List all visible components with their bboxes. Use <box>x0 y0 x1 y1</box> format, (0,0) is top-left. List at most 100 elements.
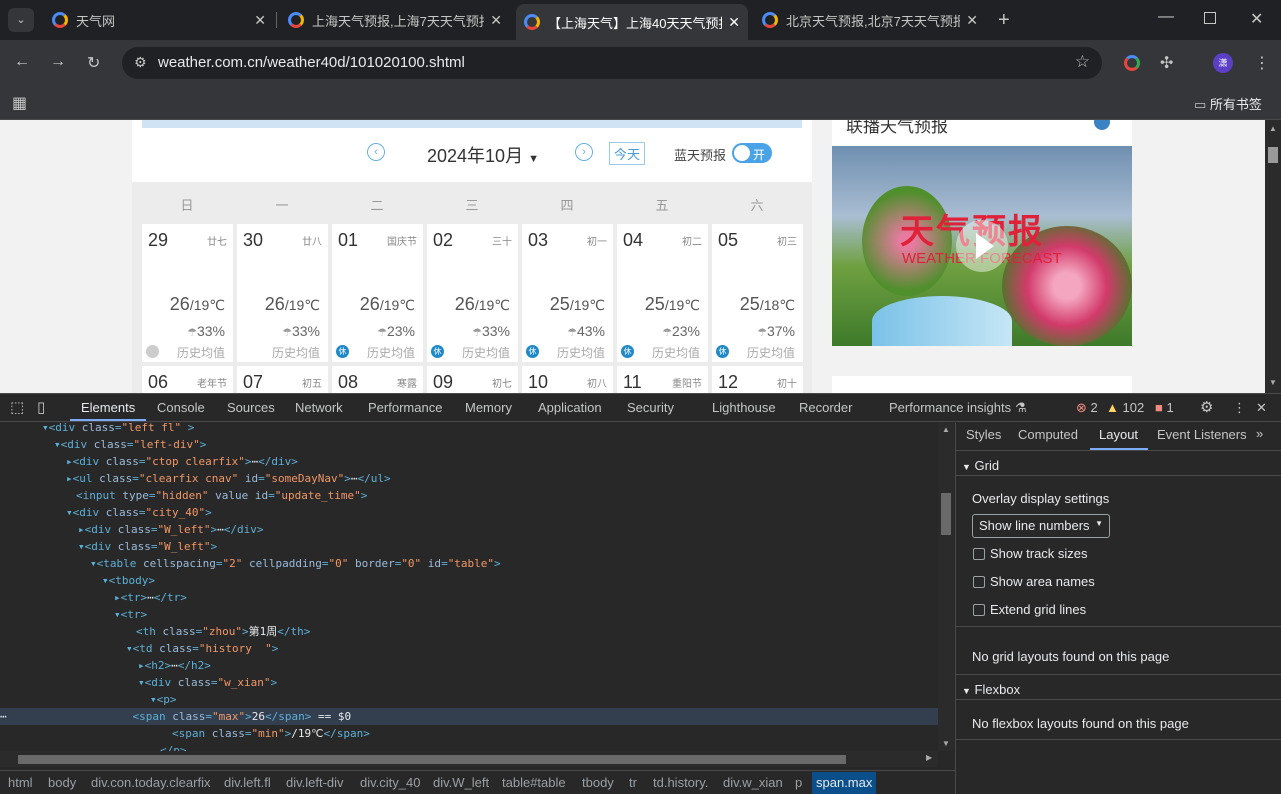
breadcrumb-item[interactable]: p <box>795 775 802 790</box>
menu-kebab-icon[interactable]: ⋮ <box>1254 53 1270 73</box>
dom-node[interactable]: ▾<div class="W_left"> <box>78 538 217 555</box>
tab-layout[interactable]: Layout <box>1099 427 1138 442</box>
settings-gear-icon[interactable]: ⚙ <box>1200 398 1213 416</box>
help-icon[interactable] <box>1094 120 1110 130</box>
h-scrollbar-thumb[interactable] <box>18 755 846 764</box>
all-bookmarks-button[interactable]: ▭ 所有书签 <box>1194 94 1262 113</box>
issue-count[interactable]: ■ 1 <box>1155 400 1174 415</box>
calendar-day-cell[interactable]: 08 寒露 <box>332 366 423 393</box>
close-icon[interactable]: ✕ <box>254 12 266 29</box>
page-scrollbar-thumb[interactable] <box>1268 147 1278 163</box>
calendar-day-cell[interactable]: 02 三十 26/19℃ ☂33% 休 历史均值 <box>427 224 518 362</box>
track-sizes-checkbox[interactable] <box>973 548 985 560</box>
extensions-puzzle-icon[interactable]: ✣ <box>1160 53 1173 73</box>
warning-count[interactable]: ▲ 102 <box>1106 400 1144 415</box>
apps-grid-icon[interactable]: ▦ <box>12 93 27 113</box>
minimize-icon[interactable]: — <box>1158 8 1174 26</box>
dom-node[interactable]: ▾<td class="history "> <box>126 640 278 657</box>
today-button[interactable]: 今天 <box>609 142 646 165</box>
breadcrumb-item[interactable]: div.w_xian <box>723 775 783 790</box>
calendar-day-cell[interactable]: 11 重阳节 <box>617 366 708 393</box>
breadcrumb-item[interactable]: table#table <box>502 775 566 790</box>
breadcrumb-item[interactable]: td.history. <box>653 775 708 790</box>
dom-node[interactable]: ▾<div class="left-div"> <box>54 436 206 453</box>
maximize-icon[interactable] <box>1204 12 1216 24</box>
dom-tree-vertical-scrollbar[interactable]: ▲ ▼ <box>938 423 954 751</box>
more-tabs-icon[interactable]: » <box>1256 426 1263 441</box>
site-info-icon[interactable]: ⚙ <box>134 54 147 71</box>
breadcrumb-item[interactable]: div.left-div <box>286 775 344 790</box>
area-names-checkbox[interactable] <box>973 576 985 588</box>
breadcrumb-item[interactable]: div.left.fl <box>224 775 271 790</box>
dom-node[interactable]: ▾<div class="city_40"> <box>66 504 212 521</box>
inspect-element-icon[interactable]: ⬚ <box>10 398 24 416</box>
address-bar[interactable]: ⚙ weather.com.cn/weather40d/101020100.sh… <box>122 47 1102 79</box>
tab-styles[interactable]: Styles <box>966 427 1001 442</box>
extend-lines-checkbox[interactable] <box>973 604 985 616</box>
profile-avatar[interactable]: 潇 <box>1213 53 1233 73</box>
calendar-day-cell[interactable]: 10 初八 <box>522 366 613 393</box>
calendar-day-cell[interactable]: 01 国庆节 26/19℃ ☂23% 休 历史均值 <box>332 224 423 362</box>
close-icon[interactable]: ✕ <box>490 12 502 29</box>
dom-node[interactable]: ▸<div class="ctop clearfix">⋯</div> <box>66 453 298 470</box>
new-tab-icon[interactable]: + <box>998 9 1010 32</box>
play-icon[interactable] <box>956 220 1008 272</box>
dom-node[interactable]: </p> <box>160 742 187 751</box>
dom-node[interactable]: ▾<p> <box>150 691 177 708</box>
forward-icon[interactable]: → <box>50 53 66 71</box>
tab-console[interactable]: Console <box>157 400 205 415</box>
breadcrumb-item[interactable]: div.city_40 <box>360 775 420 790</box>
breadcrumb-item[interactable]: body <box>48 775 76 790</box>
error-count[interactable]: ⊗ 2 <box>1076 400 1098 416</box>
dom-node-selected[interactable]: ⋯ <span class="max">26</span> == $0 <box>0 708 938 725</box>
grid-section-header[interactable]: ▼ Grid <box>962 458 999 473</box>
prev-month-icon[interactable]: ‹ <box>367 143 385 161</box>
breadcrumb-item[interactable]: tr <box>629 775 637 790</box>
tab-event-listeners[interactable]: Event Listeners <box>1157 427 1247 442</box>
back-icon[interactable]: ← <box>14 53 30 71</box>
calendar-day-cell[interactable]: 03 初一 25/19℃ ☂43% 休 历史均值 <box>522 224 613 362</box>
tab-performance-insights[interactable]: Performance insights <box>889 400 1011 415</box>
dom-node[interactable]: ▾<table cellspacing="2" cellpadding="0" … <box>90 555 501 572</box>
dom-node[interactable]: ▾<div class="w_xian"> <box>138 674 277 691</box>
breadcrumb-item[interactable]: div.con.today.clearfix <box>91 775 210 790</box>
dom-node[interactable]: <th class="zhou">第1周</th> <box>136 623 310 640</box>
breadcrumb-item-selected[interactable]: span.max <box>812 772 877 794</box>
tab-search-button[interactable]: ⌄ <box>8 8 34 32</box>
breadcrumb-item[interactable]: tbody <box>582 775 614 790</box>
tab-2[interactable]: 上海天气预报,上海7天天气预报 ✕ <box>280 6 510 34</box>
more-options-icon[interactable]: ⋮ <box>1233 400 1246 416</box>
tab-4[interactable]: 北京天气预报,北京7天天气预报 ✕ <box>754 6 986 34</box>
dom-node[interactable]: ▾<tbody> <box>102 572 155 589</box>
dom-tree[interactable]: ▾<div class="left fl" > ▾<div class="lef… <box>0 423 938 751</box>
breadcrumb-item[interactable]: html <box>8 775 33 790</box>
calendar-day-cell[interactable]: 06 老年节 <box>142 366 233 393</box>
tab-3-active[interactable]: 【上海天气】上海40天天气预报 ✕ <box>516 4 748 40</box>
dom-node[interactable]: ▸<div class="W_left">⋯</div> <box>78 521 263 538</box>
dom-tree-horizontal-scrollbar[interactable]: ▶ <box>0 751 938 767</box>
dom-node[interactable]: ▸<tr>⋯</tr> <box>114 589 187 606</box>
breadcrumb-item[interactable]: div.W_left <box>433 775 489 790</box>
dom-node[interactable]: ▾<tr> <box>114 606 147 623</box>
dom-node[interactable]: ▸<h2>⋯</h2> <box>138 657 211 674</box>
dom-node[interactable]: <span class="min">/19℃</span> <box>172 725 370 742</box>
line-numbers-select[interactable]: Show line numbers ▼ <box>972 514 1110 538</box>
close-devtools-icon[interactable]: ✕ <box>1256 400 1267 416</box>
tab-performance[interactable]: Performance <box>368 400 442 415</box>
calendar-day-cell[interactable]: 09 初七 <box>427 366 518 393</box>
month-selector[interactable]: 2024年10月 ▼ <box>427 142 539 168</box>
bookmark-star-icon[interactable]: ☆ <box>1075 52 1090 72</box>
extension-color-icon[interactable] <box>1124 55 1140 71</box>
calendar-day-cell[interactable]: 05 初三 25/18℃ ☂37% 休 历史均值 <box>712 224 803 362</box>
tab-security[interactable]: Security <box>627 400 674 415</box>
tab-sources[interactable]: Sources <box>227 400 275 415</box>
reload-icon[interactable]: ↻ <box>87 53 100 73</box>
calendar-day-cell[interactable]: 29 廿七 26/19℃ ☂33% 历史均值 <box>142 224 233 362</box>
tab-memory[interactable]: Memory <box>465 400 512 415</box>
calendar-day-cell[interactable]: 30 廿八 26/19℃ ☂33% 历史均值 <box>237 224 328 362</box>
dom-node[interactable]: <input type="hidden" value id="update_ti… <box>76 487 367 504</box>
tab-computed[interactable]: Computed <box>1018 427 1078 442</box>
calendar-day-cell[interactable]: 04 初二 25/19℃ ☂23% 休 历史均值 <box>617 224 708 362</box>
video-thumbnail[interactable]: 天气预报 WEATHER FORECAST <box>832 146 1132 346</box>
flexbox-section-header[interactable]: ▼ Flexbox <box>962 682 1020 697</box>
